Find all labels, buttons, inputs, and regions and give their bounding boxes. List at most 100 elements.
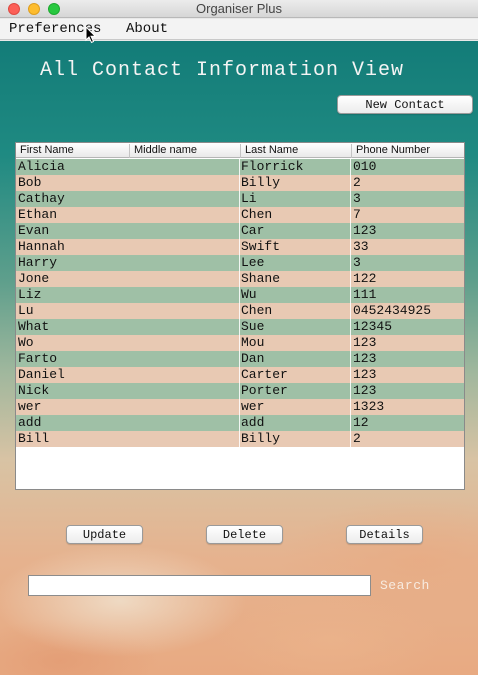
table-row[interactable]: Wo Mou 123 <box>16 335 464 351</box>
cell-middle-name <box>129 335 240 351</box>
table-row[interactable]: Daniel Carter 123 <box>16 367 464 383</box>
column-header-phone-number[interactable]: Phone Number <box>351 144 464 158</box>
cell-first-name: Lu <box>18 303 34 318</box>
cell-phone-number: 2 <box>353 175 361 190</box>
cell-first-name: Hannah <box>18 239 65 254</box>
cell-first-name: Daniel <box>18 367 65 382</box>
cell-phone-number: 12345 <box>353 319 393 334</box>
cell-last-name: Car <box>240 223 351 239</box>
cell-first-name: Wo <box>18 335 34 350</box>
cell-phone-number: 7 <box>353 207 361 222</box>
minimize-window-button[interactable] <box>28 3 40 15</box>
cell-last-name: Swift <box>240 239 351 255</box>
cell-phone-number: 123 <box>353 335 377 350</box>
menu-about[interactable]: About <box>126 21 168 37</box>
table-row[interactable]: Bob Billy 2 <box>16 175 464 191</box>
cell-middle-name <box>129 399 240 415</box>
column-header-first-name[interactable]: First Name <box>16 144 129 158</box>
cell-last-name: Chen <box>240 207 351 223</box>
cell-first-name: Alicia <box>18 159 65 174</box>
delete-button[interactable]: Delete <box>206 525 283 544</box>
contacts-table[interactable]: First Name Middle name Last Name Phone N… <box>15 142 465 490</box>
cell-first-name: Cathay <box>18 191 65 206</box>
new-contact-button[interactable]: New Contact <box>337 95 473 114</box>
cell-first-name: Farto <box>18 351 58 366</box>
details-button[interactable]: Details <box>346 525 423 544</box>
table-body: Alicia Florrick 010 Bob Billy 2 Cathay Li 3 Ethan… <box>16 159 464 447</box>
cell-last-name: Carter <box>240 367 351 383</box>
cell-phone-number: 123 <box>353 383 377 398</box>
cell-last-name: Billy <box>240 175 351 191</box>
zoom-window-button[interactable] <box>48 3 60 15</box>
cell-last-name: Billy <box>240 431 351 447</box>
cell-middle-name <box>129 191 240 207</box>
table-row[interactable]: Nick Porter 123 <box>16 383 464 399</box>
cell-last-name: Lee <box>240 255 351 271</box>
cell-middle-name <box>129 223 240 239</box>
cell-last-name: Porter <box>240 383 351 399</box>
cell-last-name: Chen <box>240 303 351 319</box>
table-row[interactable]: Hannah Swift 33 <box>16 239 464 255</box>
cell-middle-name <box>129 367 240 383</box>
cell-first-name: Liz <box>18 287 42 302</box>
cell-phone-number: 3 <box>353 255 361 270</box>
cell-middle-name <box>129 431 240 447</box>
cell-first-name: What <box>18 319 50 334</box>
column-header-last-name[interactable]: Last Name <box>240 144 351 158</box>
close-window-button[interactable] <box>8 3 20 15</box>
cell-phone-number: 111 <box>353 287 377 302</box>
cell-phone-number: 123 <box>353 351 377 366</box>
cell-middle-name <box>129 351 240 367</box>
cell-last-name: Sue <box>240 319 351 335</box>
cell-middle-name <box>129 415 240 431</box>
cell-phone-number: 1323 <box>353 399 385 414</box>
table-row[interactable]: Farto Dan 123 <box>16 351 464 367</box>
cell-first-name: Nick <box>18 383 50 398</box>
cell-phone-number: 12 <box>353 415 369 430</box>
cell-first-name: add <box>18 415 42 430</box>
cell-middle-name <box>129 303 240 319</box>
column-header-middle-name[interactable]: Middle name <box>129 144 240 158</box>
table-row[interactable]: add add 12 <box>16 415 464 431</box>
table-row[interactable]: Liz Wu 111 <box>16 287 464 303</box>
cell-phone-number: 33 <box>353 239 369 254</box>
cell-middle-name <box>129 159 240 175</box>
mouse-cursor-icon <box>85 26 97 44</box>
menu-bar: Preferences About <box>0 19 478 40</box>
cell-middle-name <box>129 255 240 271</box>
table-header: First Name Middle name Last Name Phone N… <box>16 143 464 158</box>
table-row[interactable]: Ethan Chen 7 <box>16 207 464 223</box>
cell-middle-name <box>129 383 240 399</box>
table-row[interactable]: Lu Chen 0452434925 <box>16 303 464 319</box>
table-row[interactable]: Evan Car 123 <box>16 223 464 239</box>
page-title: All Contact Information View <box>40 59 405 82</box>
table-row[interactable]: What Sue 12345 <box>16 319 464 335</box>
update-button[interactable]: Update <box>66 525 143 544</box>
cell-last-name: Florrick <box>240 159 351 175</box>
cell-first-name: Jone <box>18 271 50 286</box>
table-row[interactable]: Bill Billy 2 <box>16 431 464 447</box>
cell-phone-number: 122 <box>353 271 377 286</box>
cell-middle-name <box>129 207 240 223</box>
table-row[interactable]: Cathay Li 3 <box>16 191 464 207</box>
cell-first-name: Ethan <box>18 207 58 222</box>
cell-middle-name <box>129 287 240 303</box>
cell-phone-number: 123 <box>353 367 377 382</box>
table-row[interactable]: Alicia Florrick 010 <box>16 159 464 175</box>
search-input[interactable] <box>28 575 371 596</box>
table-row[interactable]: Harry Lee 3 <box>16 255 464 271</box>
table-row[interactable]: Jone Shane 122 <box>16 271 464 287</box>
cell-phone-number: 2 <box>353 431 361 446</box>
cell-first-name: Evan <box>18 223 50 238</box>
cell-phone-number: 123 <box>353 223 377 238</box>
cell-last-name: Mou <box>240 335 351 351</box>
search-label: Search <box>380 578 430 593</box>
cell-last-name: Li <box>240 191 351 207</box>
cell-last-name: Shane <box>240 271 351 287</box>
cell-middle-name <box>129 175 240 191</box>
cell-last-name: wer <box>240 399 351 415</box>
table-row[interactable]: wer wer 1323 <box>16 399 464 415</box>
cell-last-name: Wu <box>240 287 351 303</box>
cell-phone-number: 3 <box>353 191 361 206</box>
cell-phone-number: 010 <box>353 159 377 174</box>
